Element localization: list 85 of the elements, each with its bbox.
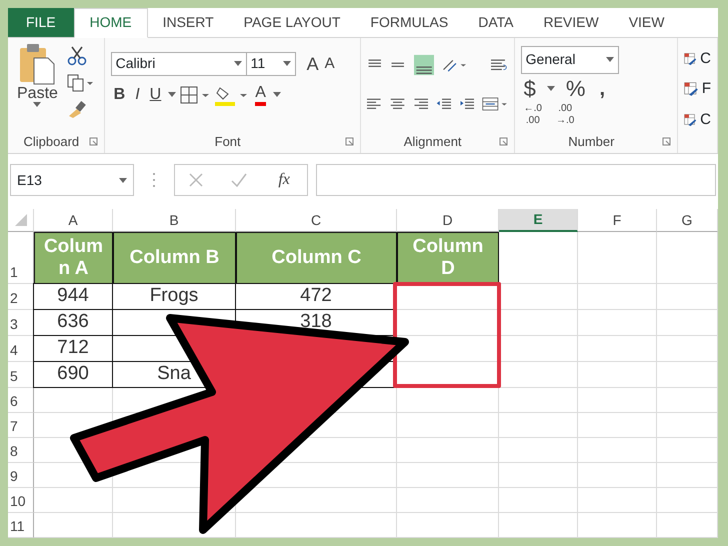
row-header[interactable]: 8 <box>8 438 34 463</box>
italic-button[interactable]: I <box>132 84 143 106</box>
table-cell <box>657 413 718 438</box>
percent-button[interactable]: % <box>562 78 588 100</box>
currency-button[interactable]: $ <box>520 78 539 100</box>
decrease-font-button[interactable]: A <box>322 52 338 75</box>
group-label: Clipboard <box>22 132 80 151</box>
caret-icon[interactable] <box>282 61 291 66</box>
dialog-launcher-icon[interactable] <box>662 137 672 146</box>
caret-icon[interactable] <box>272 92 281 98</box>
table-cell <box>657 388 718 413</box>
table-cell <box>657 336 718 362</box>
caret-icon[interactable] <box>606 57 614 62</box>
dialog-launcher-icon[interactable] <box>344 137 354 146</box>
font-color-button[interactable]: A <box>252 84 269 106</box>
row-header[interactable]: 9 <box>8 463 34 488</box>
style-label[interactable]: C <box>700 48 712 70</box>
underline-button[interactable]: U <box>146 84 164 106</box>
ribbon-tab[interactable]: FORMULAS <box>355 8 464 37</box>
caret-icon[interactable] <box>546 86 555 92</box>
column-header[interactable]: F <box>578 209 657 232</box>
header-cell: Column C <box>236 232 397 284</box>
group-label: Alignment <box>402 132 463 151</box>
decimal-button[interactable]: .00 →.0 <box>552 104 578 126</box>
copy-icon[interactable] <box>66 74 93 92</box>
formula-input[interactable] <box>316 164 716 196</box>
paste-button[interactable]: Paste <box>14 86 61 102</box>
row-header[interactable]: 7 <box>8 413 34 438</box>
paste-icon[interactable] <box>18 42 56 86</box>
column-header[interactable]: A <box>34 209 113 232</box>
row-header[interactable]: 6 <box>8 388 34 413</box>
ribbon-tab[interactable]: DATA <box>463 8 528 37</box>
caret-icon[interactable] <box>234 61 242 66</box>
scissors-icon[interactable] <box>66 46 87 66</box>
header-cell: Column A <box>34 232 113 284</box>
table-cell <box>657 513 718 538</box>
column-header[interactable]: D <box>397 209 499 232</box>
row-header[interactable]: 3 <box>8 310 34 336</box>
table-cell <box>657 488 718 513</box>
group-label: Number <box>567 132 616 151</box>
comma-button[interactable]: , <box>596 78 608 100</box>
row-header[interactable]: 5 <box>8 362 34 388</box>
caret-icon[interactable] <box>168 92 176 98</box>
bold-button[interactable]: B <box>110 84 128 106</box>
font-size-dropdown[interactable]: 11 <box>246 52 296 76</box>
grip-icon[interactable] <box>152 172 156 188</box>
table-cell <box>657 284 718 310</box>
column-header[interactable]: G <box>657 209 718 232</box>
table-cell <box>657 438 718 463</box>
check-icon[interactable] <box>231 173 248 188</box>
ribbon-tab[interactable]: HOME <box>74 8 148 38</box>
group-label: Font <box>214 132 242 151</box>
column-header[interactable]: C <box>236 209 397 232</box>
font-name-dropdown[interactable]: Calibri <box>110 52 247 76</box>
caret-icon[interactable] <box>33 102 42 107</box>
row-header[interactable]: 11 <box>8 513 34 538</box>
column-header[interactable]: B <box>113 209 236 232</box>
style-label[interactable]: F <box>702 78 712 101</box>
ribbon-tab[interactable]: REVIEW <box>528 8 614 37</box>
name-box[interactable]: E13 <box>10 164 134 196</box>
header-cell: Column D <box>397 232 499 284</box>
table-cell <box>657 463 718 488</box>
table-cell <box>657 362 718 388</box>
header-cell: Column B <box>113 232 236 284</box>
ribbon-tab[interactable]: FILE <box>8 8 74 37</box>
ribbon-tab[interactable]: INSERT <box>148 8 229 37</box>
decimal-button[interactable]: ←.0 .00 <box>520 104 545 126</box>
ribbon-tab[interactable]: PAGE LAYOUT <box>228 8 356 37</box>
row-header[interactable]: 2 <box>8 284 34 310</box>
dialog-launcher-icon[interactable] <box>88 137 98 146</box>
column-header[interactable]: E <box>499 209 578 232</box>
table-cell <box>657 232 718 284</box>
row-header[interactable]: 10 <box>8 488 34 513</box>
ribbon-tab[interactable]: VIEW <box>614 8 680 37</box>
format-painter-icon[interactable] <box>66 100 87 118</box>
style-label[interactable]: C <box>700 108 712 132</box>
row-header[interactable]: 4 <box>8 336 34 362</box>
caret-icon[interactable] <box>119 178 127 183</box>
table-cell: 690 <box>33 361 113 388</box>
increase-font-button[interactable]: A <box>304 52 322 75</box>
insert-function-button[interactable]: fx <box>275 169 293 192</box>
number-format-dropdown[interactable]: General <box>520 46 619 74</box>
borders-icon[interactable] <box>180 86 210 104</box>
table-cell <box>657 310 718 336</box>
dialog-launcher-icon[interactable] <box>498 137 508 146</box>
